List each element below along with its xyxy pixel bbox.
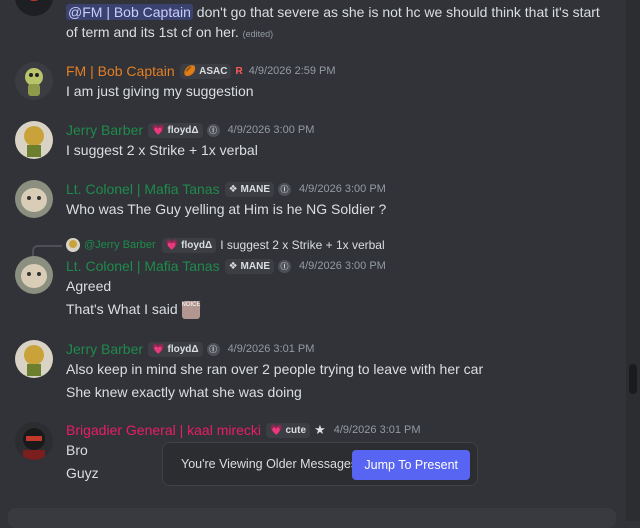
user-mention[interactable]: @FM | Bob Captain [66,4,193,20]
username[interactable]: Lt. Colonel | Mafia Tanas [66,181,220,197]
tag-icon: 🏉 [183,65,197,77]
tag-icon: 💗 [152,343,165,355]
server-tag[interactable]: 💗 floydΔ [148,122,203,138]
avatar[interactable] [15,340,53,378]
timestamp[interactable]: 4/9/2026 3:00 PM [228,124,315,136]
edited-indicator: (edited) [242,29,274,39]
reply-username[interactable]: @Jerry Barber [84,239,156,251]
message-line: I am just giving my suggestion [66,83,254,99]
scrollbar-thumb[interactable] [629,364,637,394]
message-line: of term and its 1st cf on her. (edited) [66,24,274,40]
avatar[interactable] [15,0,53,16]
message-line: Agreed [66,278,112,294]
server-tag[interactable]: ❖ MANE [224,181,274,197]
username[interactable]: Brigadier General | kaal mirecki [66,422,261,438]
timestamp[interactable]: 4/9/2026 2:59 PM [249,65,336,77]
message-line: @FM | Bob Captain don't go that severe a… [66,4,600,20]
username[interactable]: Jerry Barber [66,341,143,357]
message-header: Lt. Colonel | Mafia Tanas ❖ MANE Ⓘ 4/9/20… [66,256,386,276]
message-line: I suggest 2 x Strike + 1x verbal [66,142,258,158]
scrollbar[interactable] [626,0,640,521]
tag-icon: 💗 [165,239,179,251]
avatar[interactable] [15,180,53,218]
info-badge-icon: Ⓘ [206,342,220,356]
message-header: FM | Bob Captain 🏉 ASAC R 4/9/2026 2:59 P… [66,61,336,81]
timestamp[interactable]: 4/9/2026 3:01 PM [334,424,421,436]
reply-text: I suggest 2 x Strike + 1x verbal [220,238,385,252]
timestamp[interactable]: 4/9/2026 3:01 PM [228,343,315,355]
message-line: Who was The Guy yelling at Him is he NG … [66,201,387,217]
avatar[interactable] [15,422,53,460]
message-line: Guyz [66,465,99,481]
info-badge-icon: Ⓘ [278,182,291,196]
message-line: That's What I said NOICE [66,299,201,320]
server-tag[interactable]: ❖ MANE [224,258,274,274]
server-tag[interactable]: 💗 cute [266,422,311,438]
jump-to-present-bar: You're Viewing Older Messages Jump To Pr… [162,442,478,486]
message-line: Bro [66,442,88,458]
info-badge-icon: Ⓘ [206,123,220,137]
username[interactable]: FM | Bob Captain [66,63,175,79]
sticker-emoji[interactable]: NOICE [181,301,201,320]
message-header: Jerry Barber 💗 floydΔ Ⓘ 4/9/2026 3:01 PM [66,339,314,359]
server-tag[interactable]: 💗 floydΔ [161,237,217,253]
message-header: Brigadier General | kaal mirecki 💗 cute ★… [66,420,421,440]
jump-to-present-button[interactable]: Jump To Present [352,450,470,480]
server-tag[interactable]: 💗 floydΔ [148,341,203,357]
timestamp[interactable]: 4/9/2026 3:00 PM [299,260,386,272]
message-line: Also keep in mind she ran over 2 people … [66,361,484,377]
reply-avatar [66,238,80,252]
avatar[interactable] [15,256,53,294]
message-line: She knew exactly what she was doing [66,384,302,400]
server-tag[interactable]: 🏉 ASAC [179,63,232,79]
tag-icon: ❖ [228,260,238,272]
info-badge-icon: Ⓘ [278,259,291,273]
timestamp[interactable]: 4/9/2026 3:00 PM [299,183,386,195]
username[interactable]: Lt. Colonel | Mafia Tanas [66,258,220,274]
message-composer[interactable] [8,508,616,528]
avatar[interactable] [15,121,53,159]
role-icon: R [235,65,243,77]
tag-icon: ❖ [228,183,238,195]
tag-icon: 💗 [152,124,165,136]
older-messages-notice: You're Viewing Older Messages [181,457,358,471]
tag-icon: 💗 [270,424,283,436]
message-header: Jerry Barber 💗 floydΔ Ⓘ 4/9/2026 3:00 PM [66,120,314,140]
star-badge-icon: ★ [314,422,326,437]
avatar[interactable] [15,62,53,100]
reply-preview[interactable]: @Jerry Barber 💗 floydΔ I suggest 2 x Stri… [66,236,385,254]
username[interactable]: Jerry Barber [66,122,143,138]
message-header: Lt. Colonel | Mafia Tanas ❖ MANE Ⓘ 4/9/20… [66,179,386,199]
